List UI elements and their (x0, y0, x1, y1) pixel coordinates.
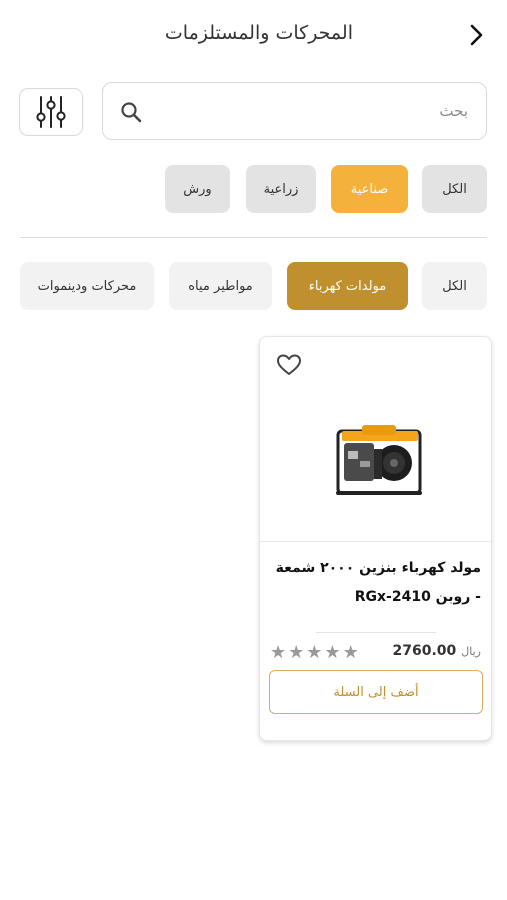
search-box[interactable] (102, 82, 487, 140)
price-row: 2760.00 ريال (393, 643, 481, 659)
product-image-area[interactable] (260, 337, 491, 542)
page-title: المحركات والمستلزمات (164, 22, 353, 44)
product-price: 2760.00 (392, 643, 457, 659)
subcategory-tab-engines-dynamos[interactable]: محركات ودينموات (20, 262, 154, 310)
category-tab-label: ورش (183, 181, 212, 197)
star-icon: ★ (342, 642, 359, 663)
subcategory-tab-label: الكل (442, 278, 467, 294)
generator-image (336, 425, 422, 495)
category-tab-label: الكل (442, 181, 467, 197)
divider (20, 237, 487, 238)
category-tab-agricultural[interactable]: زراعية (246, 165, 316, 213)
back-button[interactable] (463, 22, 489, 48)
category-tab-industrial[interactable]: صناعية (331, 165, 408, 213)
product-name[interactable]: مولد كهرباء بنزين ٢٠٠٠ شمعة - روبن RGx-2… (269, 554, 481, 612)
subcategory-tab-water-pumps[interactable]: مواطير مياه (169, 262, 272, 310)
card-divider (316, 632, 436, 633)
star-icon: ★ (270, 642, 287, 663)
subcategory-tab-label: محركات ودينموات (37, 278, 137, 294)
app-header: المحركات والمستلزمات (0, 0, 507, 70)
filter-button[interactable] (19, 88, 83, 136)
search-icon (121, 102, 142, 123)
subcategory-tab-all[interactable]: الكل (422, 262, 487, 310)
sliders-icon (36, 96, 66, 128)
currency-label: ريال (461, 645, 481, 658)
add-to-cart-button[interactable]: أضف إلى السلة (269, 670, 483, 714)
category-tab-label: زراعية (263, 181, 299, 197)
category-tab-workshops[interactable]: ورش (165, 165, 230, 213)
subcategory-tab-label: مواطير مياه (188, 278, 253, 294)
product-card[interactable]: مولد كهرباء بنزين ٢٠٠٠ شمعة - روبن RGx-2… (259, 336, 492, 741)
rating-stars: ★ ★ ★ ★ ★ (270, 644, 359, 662)
star-icon: ★ (324, 642, 341, 663)
category-tab-all[interactable]: الكل (422, 165, 487, 213)
star-icon: ★ (306, 642, 323, 663)
chevron-right-icon (470, 24, 483, 46)
star-icon: ★ (288, 642, 305, 663)
add-to-cart-label: أضف إلى السلة (333, 684, 419, 700)
subcategory-tab-generators[interactable]: مولدات كهرباء (287, 262, 408, 310)
subcategory-tab-label: مولدات كهرباء (308, 278, 387, 294)
category-tab-label: صناعية (350, 181, 389, 197)
search-input[interactable] (168, 83, 468, 139)
heart-outline-icon[interactable] (276, 353, 302, 377)
